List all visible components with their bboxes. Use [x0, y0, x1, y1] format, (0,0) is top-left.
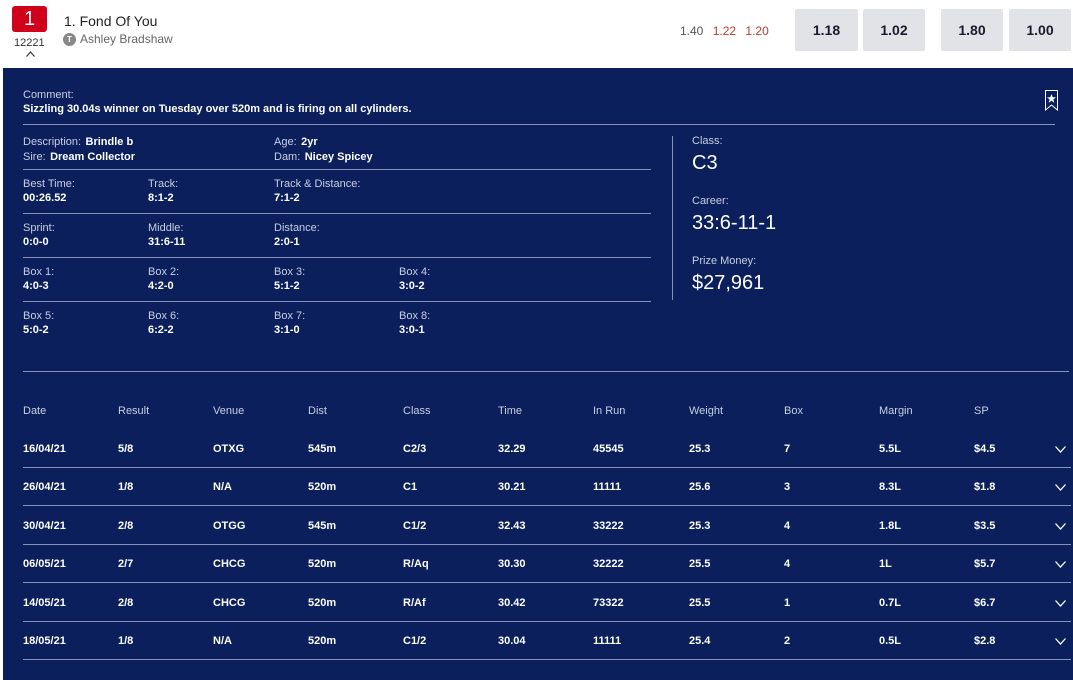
box-8-label: Box 8: [399, 310, 431, 322]
odds-button-place-tote[interactable]: 1.00 [1009, 9, 1071, 51]
col-header-class: Class [403, 405, 431, 417]
col-header-date: Date [23, 405, 47, 417]
sprint-label: Sprint: [23, 222, 55, 234]
trainer-name: Ashley Bradshaw [80, 32, 173, 46]
fluc-2: 1.22 [712, 24, 737, 38]
divider [23, 169, 651, 170]
col-header-sp: SP [974, 405, 989, 417]
box-7-label: Box 7: [274, 310, 306, 322]
divider [23, 301, 651, 302]
comment-text: Sizzling 30.04s winner on Tuesday over 5… [23, 103, 412, 115]
col-header-in-run: In Run [593, 405, 626, 417]
box-2-label: Box 2: [148, 266, 180, 278]
odds-button-win-tote[interactable]: 1.80 [941, 9, 1003, 51]
runner-form-number: 12221 [14, 37, 45, 49]
form-row[interactable]: 26/04/21 1/8 N/A 520m C1 30.21 11111 25.… [23, 468, 1071, 506]
col-header-result: Result [118, 405, 150, 417]
class-label: Class: [692, 135, 723, 147]
chevron-down-icon[interactable] [1055, 446, 1066, 453]
box-6-label: Box 6: [148, 310, 180, 322]
col-header-margin: Margin [879, 405, 913, 417]
col-header-weight: Weight [689, 405, 724, 417]
prize-money-value: $27,961 [692, 272, 765, 294]
odds-button-win-fixed[interactable]: 1.18 [795, 9, 858, 51]
runner-header: 1 12221 1. Fond Of You T Ashley Bradshaw… [0, 0, 1073, 68]
track-value: 8:1-2 [148, 192, 174, 204]
fluc-3: 1.20 [745, 24, 769, 38]
track-label: Track: [148, 178, 179, 190]
sire-value: Dream Collector [50, 151, 136, 163]
career-value: 33:6-11-1 [692, 212, 777, 234]
box-5-value: 5:0-2 [23, 324, 49, 336]
comment-label: Comment: [23, 89, 74, 101]
middle-value: 31:6-11 [148, 236, 186, 248]
divider [23, 371, 1069, 372]
sire: Sire: Dream Collector [23, 151, 136, 163]
trainer-icon: T [63, 33, 76, 46]
col-header-time: Time [498, 405, 523, 417]
runner-name[interactable]: 1. Fond Of You [64, 13, 157, 29]
class-value: C3 [692, 152, 718, 174]
vertical-divider [672, 136, 673, 300]
box-2-value: 4:2-0 [148, 280, 174, 292]
sprint-value: 0:0-0 [23, 236, 49, 248]
col-header-dist: Dist [308, 405, 327, 417]
box-6-value: 6:2-2 [148, 324, 174, 336]
odds-button-place-fixed[interactable]: 1.02 [863, 9, 925, 51]
chevron-down-icon[interactable] [1055, 523, 1066, 530]
box-5-label: Box 5: [23, 310, 55, 322]
col-header-box: Box [784, 405, 803, 417]
bookmark-star-icon[interactable] [1045, 90, 1058, 111]
box-4-label: Box 4: [399, 266, 431, 278]
dam: Dam: Nicey Spicey [274, 151, 373, 163]
distance-label: Distance: [274, 222, 320, 234]
track-distance-label: Track & Distance: [274, 178, 361, 190]
box-3-value: 5:1-2 [274, 280, 300, 292]
divider [23, 213, 651, 214]
distance-value: 2:0-1 [274, 236, 300, 248]
box-1-label: Box 1: [23, 266, 55, 278]
form-row[interactable]: 16/04/21 5/8 OTXG 545m C2/3 32.29 45545 … [23, 430, 1071, 468]
form-row[interactable]: 30/04/21 2/8 OTGG 545m C1/2 32.43 33222 … [23, 507, 1071, 545]
chevron-down-icon[interactable] [1055, 484, 1066, 491]
divider [23, 124, 1055, 125]
col-header-venue: Venue [213, 405, 245, 417]
form-row[interactable]: 18/05/21 1/8 N/A 520m C1/2 30.04 11111 2… [23, 622, 1071, 660]
box-7-value: 3:1-0 [274, 324, 300, 336]
box-3-label: Box 3: [274, 266, 306, 278]
box-8-value: 3:0-1 [399, 324, 425, 336]
chevron-up-icon[interactable] [26, 51, 35, 57]
chevron-down-icon[interactable] [1055, 600, 1066, 607]
best-time-label: Best Time: [23, 178, 75, 190]
box-number-badge: 1 [12, 6, 47, 32]
price-flucs: 1.40 1.22 1.20 [680, 24, 775, 38]
career-label: Career: [692, 195, 729, 207]
dam-value: Nicey Spicey [304, 151, 373, 163]
best-time-value: 00:26.52 [23, 192, 67, 204]
box-4-value: 3:0-2 [399, 280, 425, 292]
prize-money-label: Prize Money: [692, 255, 757, 267]
form-row[interactable]: 06/05/21 2/7 CHCG 520m R/Aq 30.30 32222 … [23, 545, 1071, 583]
runner-detail-panel: Comment: Sizzling 30.04s winner on Tuesd… [3, 68, 1073, 680]
middle-label: Middle: [148, 222, 184, 234]
form-row[interactable]: 14/05/21 2/8 CHCG 520m R/Af 30.42 73322 … [23, 584, 1071, 622]
track-distance-value: 7:1-2 [274, 192, 300, 204]
box-1-value: 4:0-3 [23, 280, 49, 292]
chevron-down-icon[interactable] [1055, 638, 1066, 645]
chevron-down-icon[interactable] [1055, 561, 1066, 568]
fluc-1: 1.40 [680, 24, 704, 38]
divider [23, 257, 651, 258]
